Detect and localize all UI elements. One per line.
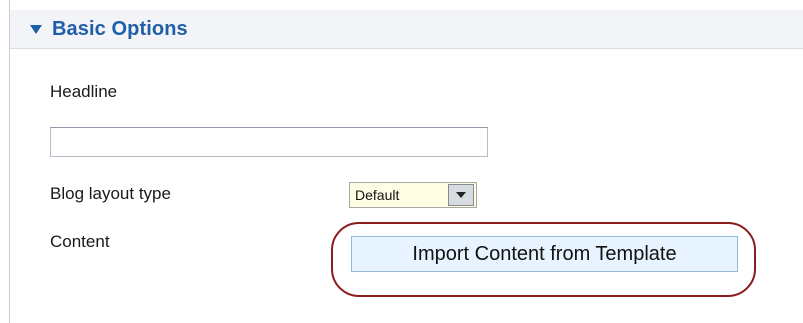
collapse-arrow-icon[interactable]: [30, 24, 42, 34]
select-dropdown-button[interactable]: [448, 184, 474, 206]
chevron-down-icon: [456, 192, 466, 198]
blog-layout-type-label: Blog layout type: [50, 184, 171, 203]
section-title[interactable]: Basic Options: [52, 18, 188, 41]
import-content-from-template-button[interactable]: Import Content from Template: [351, 236, 738, 272]
select-current-value[interactable]: Default: [350, 183, 448, 207]
basic-options-header[interactable]: Basic Options: [10, 10, 803, 49]
headline-label: Headline: [50, 82, 118, 101]
headline-input[interactable]: [50, 127, 488, 157]
blog-layout-type-select[interactable]: Default: [349, 182, 477, 208]
content-label: Content: [50, 232, 110, 251]
